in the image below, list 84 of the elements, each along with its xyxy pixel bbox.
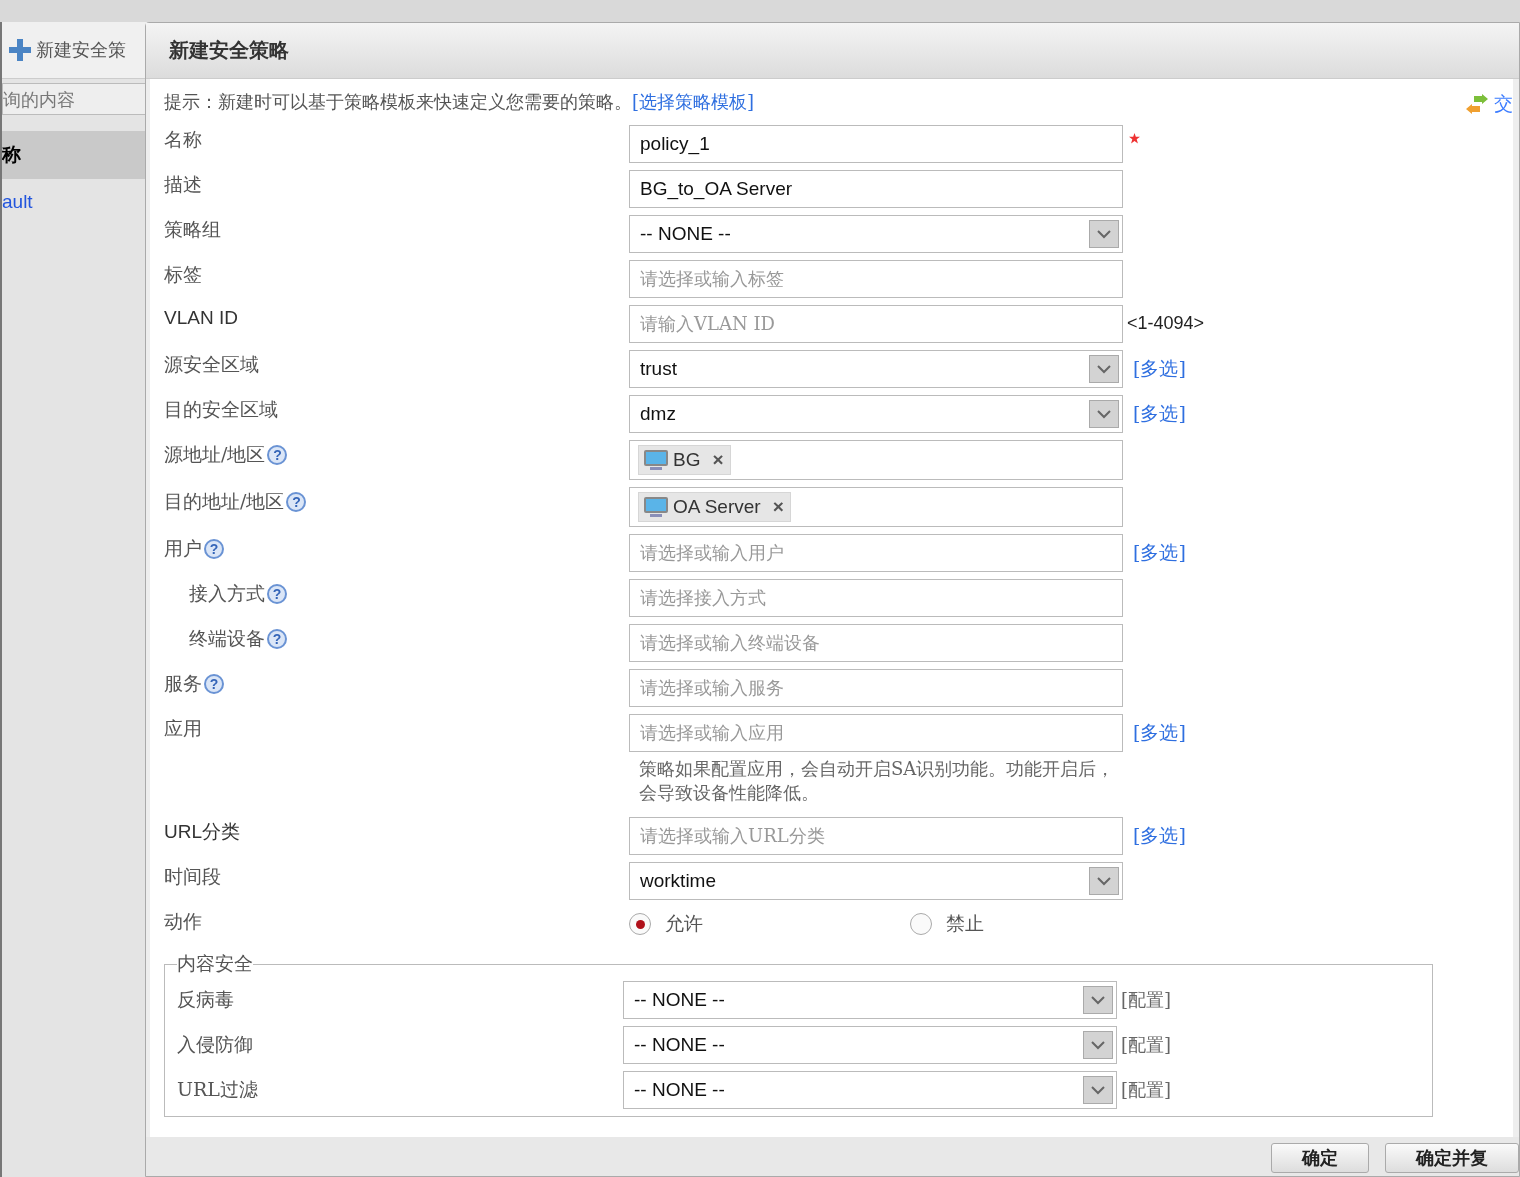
input-field[interactable]: 请选择或输入服务 bbox=[629, 669, 1123, 707]
field-label: 标签 bbox=[164, 262, 202, 287]
help-icon[interactable]: ? bbox=[286, 492, 307, 512]
select-field[interactable]: -- NONE -- bbox=[623, 981, 1117, 1019]
input-field[interactable]: 请选择或输入标签 bbox=[629, 260, 1123, 298]
dropdown-icon[interactable] bbox=[1089, 400, 1119, 428]
field-label: URL过滤 bbox=[177, 1077, 259, 1102]
address-tag: OA Server × bbox=[638, 492, 791, 522]
dialog-button[interactable]: 确定并复 bbox=[1385, 1143, 1519, 1173]
note-text: 策略如果配置应用，会自动开启SA识别功能。功能开启后，会导致设备性能降低。 bbox=[639, 757, 1116, 805]
field-label: URL分类 bbox=[164, 820, 240, 844]
multi-select-link[interactable]: [多选] bbox=[1133, 350, 1186, 382]
select-field[interactable]: -- NONE -- bbox=[623, 1071, 1117, 1109]
select-field[interactable]: -- NONE -- bbox=[629, 215, 1123, 253]
field-label: 终端设备 bbox=[189, 626, 265, 651]
dropdown-icon[interactable] bbox=[1089, 867, 1119, 895]
group-legend: 内容安全 bbox=[177, 951, 253, 977]
help-icon[interactable]: ? bbox=[204, 674, 224, 694]
multi-select-link[interactable]: [多选] bbox=[1133, 534, 1186, 566]
multi-select-link[interactable]: [多选] bbox=[1133, 817, 1186, 849]
help-icon[interactable]: ? bbox=[267, 445, 288, 465]
configure-link[interactable]: [配置] bbox=[1121, 1078, 1172, 1102]
plus-icon bbox=[8, 38, 32, 62]
column-header: 称 bbox=[2, 131, 147, 179]
radio-icon[interactable] bbox=[629, 913, 651, 935]
field-label: 时间段 bbox=[164, 864, 221, 889]
field-label: 动作 bbox=[164, 909, 202, 934]
field-label: 目的地址/地区 bbox=[164, 489, 285, 514]
multi-select-link[interactable]: [多选] bbox=[1133, 714, 1186, 746]
field-label: VLAN ID bbox=[164, 307, 238, 329]
hint-text: 提示：新建时可以基于策略模板来快速定义您需要的策略。 bbox=[164, 90, 632, 114]
input-field[interactable]: 请选择或输入用户 bbox=[629, 534, 1123, 572]
field-label: 目的安全区域 bbox=[164, 397, 278, 422]
input-field[interactable]: 请选择或输入URL分类 bbox=[629, 817, 1123, 855]
field-label: 应用 bbox=[164, 716, 202, 741]
field-label: 接入方式 bbox=[189, 581, 265, 606]
dialog-title: 新建安全策略 bbox=[146, 23, 1519, 79]
dropdown-icon[interactable] bbox=[1083, 986, 1113, 1014]
help-icon[interactable]: ? bbox=[267, 629, 287, 649]
field-label: 入侵防御 bbox=[177, 1032, 254, 1057]
dropdown-icon[interactable] bbox=[1083, 1076, 1113, 1104]
radio-option[interactable]: 允许 bbox=[629, 911, 910, 937]
swap-link[interactable]: 交 bbox=[1464, 91, 1513, 117]
select-field[interactable]: trust bbox=[629, 350, 1123, 388]
template-link[interactable]: [选择策略模板] bbox=[632, 90, 755, 114]
radio-option[interactable]: 禁止 bbox=[910, 911, 1191, 937]
help-icon[interactable]: ? bbox=[267, 584, 287, 604]
select-field[interactable]: dmz bbox=[629, 395, 1123, 433]
select-field[interactable]: -- NONE -- bbox=[623, 1026, 1117, 1064]
configure-link[interactable]: [配置] bbox=[1121, 1033, 1172, 1057]
input-field[interactable]: 请选择或输入终端设备 bbox=[629, 624, 1123, 662]
range-hint: <1-4094> bbox=[1127, 312, 1205, 334]
policy-link[interactable]: ault bbox=[2, 179, 147, 225]
radio-icon[interactable] bbox=[910, 913, 932, 935]
swap-arrows-icon bbox=[1464, 94, 1490, 114]
field-label: 描述 bbox=[164, 172, 202, 197]
address-field[interactable]: BG × bbox=[629, 440, 1123, 480]
field-label: 源安全区域 bbox=[164, 352, 259, 377]
field-label: 策略组 bbox=[164, 217, 221, 242]
monitor-icon bbox=[643, 496, 669, 518]
multi-select-link[interactable]: [多选] bbox=[1133, 395, 1186, 427]
help-icon[interactable]: ? bbox=[204, 539, 224, 559]
field-label: 名称 bbox=[164, 127, 202, 152]
search-field[interactable]: 询的内容 bbox=[2, 83, 147, 115]
remove-button[interactable]: × bbox=[764, 496, 784, 518]
address-field[interactable]: OA Server × bbox=[629, 487, 1123, 527]
field-label: 源地址/地区 bbox=[164, 442, 266, 467]
input-field[interactable]: 请选择接入方式 bbox=[629, 579, 1123, 617]
input-field[interactable]: 请选择或输入应用 bbox=[629, 714, 1123, 752]
field-label: 服务 bbox=[164, 671, 202, 696]
input-field[interactable]: BG_to_OA Server bbox=[629, 170, 1123, 208]
remove-button[interactable]: × bbox=[704, 449, 724, 471]
dialog-button[interactable]: 确定 bbox=[1271, 1143, 1369, 1173]
configure-link[interactable]: [配置] bbox=[1121, 988, 1172, 1012]
address-tag: BG × bbox=[638, 445, 731, 475]
input-field[interactable]: policy_1 bbox=[629, 125, 1123, 163]
field-label: 用户 bbox=[164, 536, 202, 561]
select-field[interactable]: worktime bbox=[629, 862, 1123, 900]
input-field[interactable]: 请输入VLAN ID bbox=[629, 305, 1123, 343]
field-label: 反病毒 bbox=[177, 987, 235, 1012]
dropdown-icon[interactable] bbox=[1089, 220, 1119, 248]
dropdown-icon[interactable] bbox=[1089, 355, 1119, 383]
dropdown-icon[interactable] bbox=[1083, 1031, 1113, 1059]
monitor-icon bbox=[643, 449, 669, 471]
